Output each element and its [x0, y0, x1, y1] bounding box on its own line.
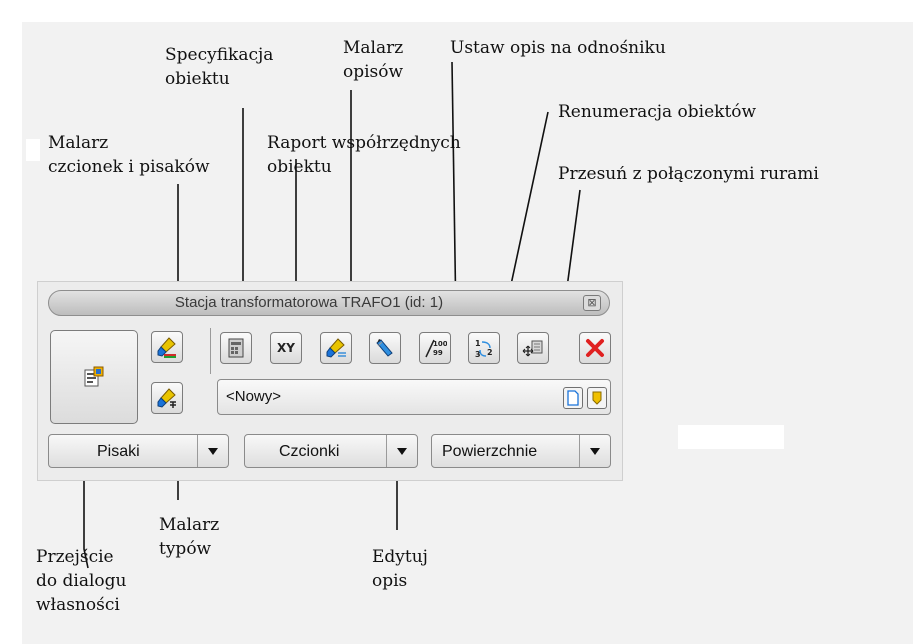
object-palette: Stacja transformatorowa TRAFO1 (id: 1) ⊠: [37, 281, 623, 481]
delete-x-icon: [586, 339, 604, 357]
brush-description-icon: [326, 338, 346, 358]
svg-text:2: 2: [487, 348, 493, 357]
pens-dropdown[interactable]: Pisaki: [48, 434, 229, 468]
white-patch-small: [26, 139, 40, 161]
new-description-button[interactable]: [563, 387, 583, 409]
surfaces-dropdown[interactable]: Powierzchnie: [431, 434, 611, 468]
callout-edytuj: Edytuj opis: [372, 547, 428, 591]
callout-raport: Raport współrzędnych obiektu: [267, 133, 461, 177]
chevron-down-icon[interactable]: [197, 435, 228, 467]
coordinate-report-button[interactable]: XY: [270, 332, 302, 364]
object-specification-button[interactable]: [220, 332, 252, 364]
callout-malarz-opisow: Malarz opisów: [343, 38, 404, 82]
callout-malarz-typow: Malarz typów: [159, 515, 220, 559]
properties-icon: [84, 366, 104, 387]
white-patch-top: [0, 0, 913, 22]
callout-przesun: Przesuń z połączonymi rurami: [558, 164, 819, 184]
white-patch-right: [678, 425, 784, 449]
move-pipes-icon: [522, 340, 543, 357]
page-icon: [567, 390, 579, 406]
fonts-dropdown[interactable]: Czcionki: [244, 434, 418, 468]
edit-brush-button[interactable]: [369, 332, 401, 364]
pencil-brush-icon: [376, 339, 393, 357]
white-patch-left: [0, 0, 22, 644]
pens-dropdown-label: Pisaki: [97, 443, 140, 460]
renumber-icon: 1 3 2: [475, 339, 493, 359]
palette-title: Stacja transformatorowa TRAFO1 (id: 1): [174, 294, 444, 311]
surfaces-dropdown-label: Powierzchnie: [442, 443, 538, 460]
callout-przejscie: Przejście do dialogu własności: [36, 547, 127, 615]
numbering-icon: 100 99: [425, 339, 447, 358]
svg-text:99: 99: [433, 349, 443, 357]
delete-button[interactable]: [579, 332, 611, 364]
toolbar-separator: [210, 328, 211, 374]
callout-renumeracja: Renumeracja obiektów: [558, 102, 757, 122]
chevron-down-icon[interactable]: [579, 435, 610, 467]
description-painter-button[interactable]: [320, 332, 352, 364]
properties-dialog-button[interactable]: [50, 330, 138, 424]
palette-titlebar[interactable]: Stacja transformatorowa TRAFO1 (id: 1) ⊠: [48, 290, 610, 316]
tag-description-button[interactable]: [587, 387, 607, 409]
svg-text:1: 1: [475, 339, 481, 348]
callout-ustaw-opis: Ustaw opis na odnośniku: [450, 38, 666, 58]
move-with-pipes-button[interactable]: [517, 332, 549, 364]
documentation-canvas: Malarz czcionek i pisaków Specyfikacja o…: [0, 0, 913, 644]
callout-specyfikacja: Specyfikacja obiektu: [165, 45, 274, 89]
font-pen-painter-button[interactable]: [151, 331, 183, 363]
specification-icon: [228, 338, 244, 358]
description-value: <Nowy>: [226, 388, 282, 405]
type-painter-button[interactable]: [151, 382, 183, 414]
set-description-on-reference-button[interactable]: 100 99: [419, 332, 451, 364]
callout-malarz-czcionek: Malarz czcionek i pisaków: [48, 133, 210, 177]
fonts-dropdown-label: Czcionki: [279, 443, 340, 460]
brush-painter-icon: [157, 337, 176, 358]
description-field[interactable]: <Nowy>: [217, 379, 611, 415]
chevron-down-icon[interactable]: [386, 435, 417, 467]
renumber-objects-button[interactable]: 1 3 2: [468, 332, 500, 364]
titlebar-close-icon[interactable]: ⊠: [583, 295, 601, 311]
svg-text:100: 100: [433, 340, 447, 348]
tag-icon: [592, 391, 602, 405]
xy-icon: XY: [277, 341, 295, 355]
brush-type-icon: [157, 388, 176, 408]
